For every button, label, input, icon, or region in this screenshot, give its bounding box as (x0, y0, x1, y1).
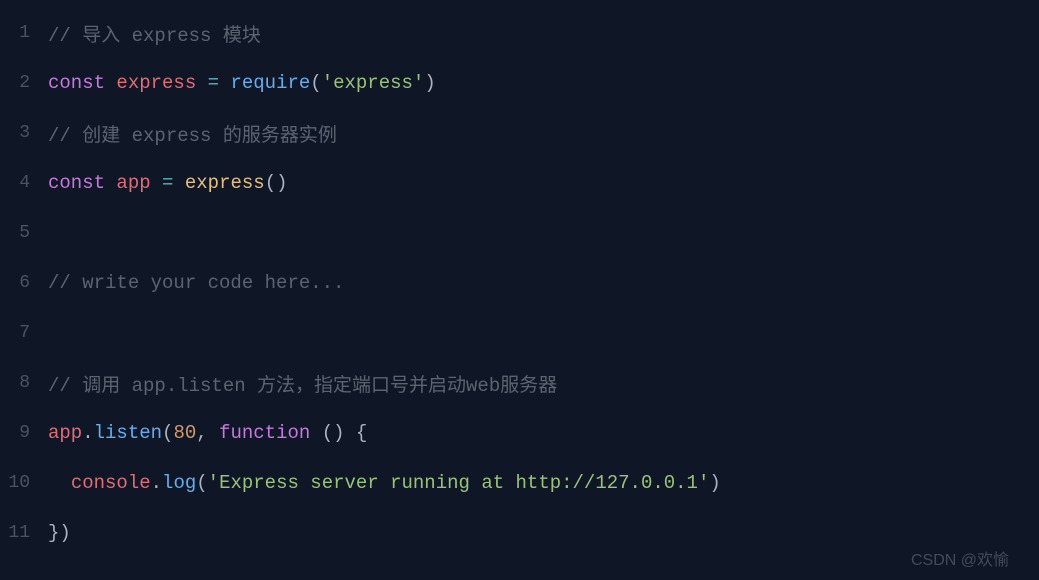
object: console (71, 472, 151, 494)
keyword: const (48, 172, 105, 194)
code-line: 8 // 调用 app.listen 方法，指定端口号并启动web服务器 (0, 358, 1039, 408)
function-call: require (230, 72, 310, 94)
line-number: 7 (0, 323, 30, 343)
string: 'Express server running at http://127.0.… (208, 472, 710, 494)
comment: // 调用 app.listen 方法，指定端口号并启动web服务器 (48, 370, 557, 397)
function-call: express (185, 172, 265, 194)
code-line: 6 // write your code here... (0, 258, 1039, 308)
line-number: 9 (0, 423, 30, 443)
code-line: 2 const express = require('express') (0, 58, 1039, 108)
object: app (48, 422, 82, 444)
comment: // 导入 express 模块 (48, 20, 261, 47)
code-block: 1 // 导入 express 模块 2 const express = req… (0, 0, 1039, 566)
operator: = (151, 172, 185, 194)
code-line: 11 }) (0, 508, 1039, 558)
code-line: 4 const app = express() (0, 158, 1039, 208)
code-line: 10 console.log('Express server running a… (0, 458, 1039, 508)
code-line: 3 // 创建 express 的服务器实例 (0, 108, 1039, 158)
code-line: 7 (0, 308, 1039, 358)
method: log (162, 472, 196, 494)
line-number: 1 (0, 23, 30, 43)
comment: // 创建 express 的服务器实例 (48, 120, 337, 147)
operator: = (196, 72, 230, 94)
string: 'express' (322, 72, 425, 94)
number: 80 (173, 422, 196, 444)
line-number: 2 (0, 73, 30, 93)
variable: express (116, 72, 196, 94)
code-line: 9 app.listen(80, function () { (0, 408, 1039, 458)
line-number: 8 (0, 373, 30, 393)
keyword: const (48, 72, 105, 94)
code-line: 1 // 导入 express 模块 (0, 8, 1039, 58)
line-number: 4 (0, 173, 30, 193)
closing-brace: }) (48, 522, 71, 544)
line-number: 3 (0, 123, 30, 143)
comment: // write your code here... (48, 272, 344, 294)
keyword: function (219, 422, 310, 444)
variable: app (116, 172, 150, 194)
line-number: 10 (0, 473, 30, 493)
line-number: 5 (0, 223, 30, 243)
method: listen (94, 422, 162, 444)
watermark: CSDN @欢愉 (911, 546, 1009, 570)
line-number: 11 (0, 523, 30, 543)
line-number: 6 (0, 273, 30, 293)
code-line: 5 (0, 208, 1039, 258)
